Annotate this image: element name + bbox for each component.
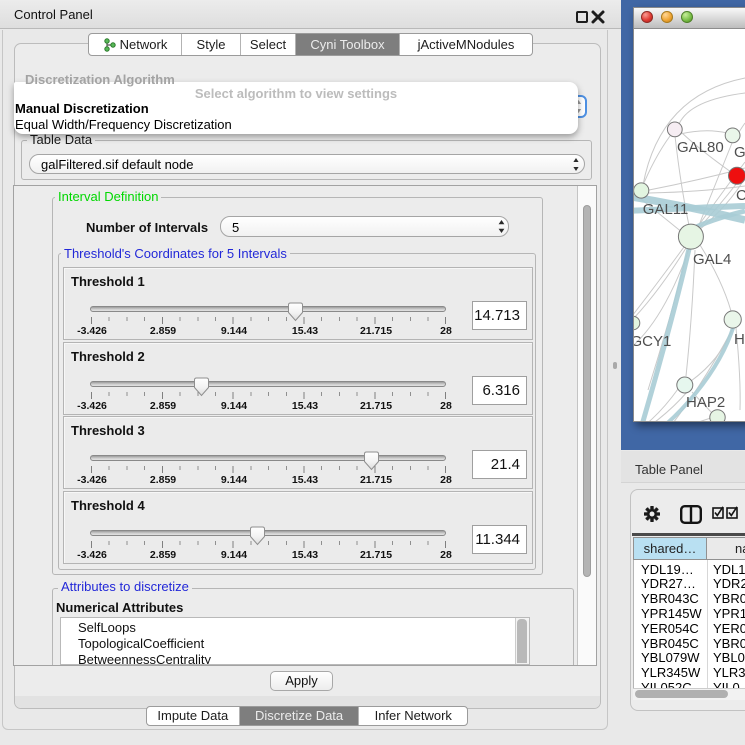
svg-text:GAL11: GAL11 [643, 201, 689, 218]
svg-text:H: H [734, 331, 745, 348]
svg-text:GAL80: GAL80 [677, 139, 724, 156]
svg-text:HAP2: HAP2 [686, 394, 725, 411]
svg-text:GCY1: GCY1 [634, 333, 671, 350]
svg-text:GAL4: GAL4 [693, 251, 731, 268]
svg-text:GA: GA [734, 144, 745, 161]
svg-text:C: C [736, 187, 745, 204]
